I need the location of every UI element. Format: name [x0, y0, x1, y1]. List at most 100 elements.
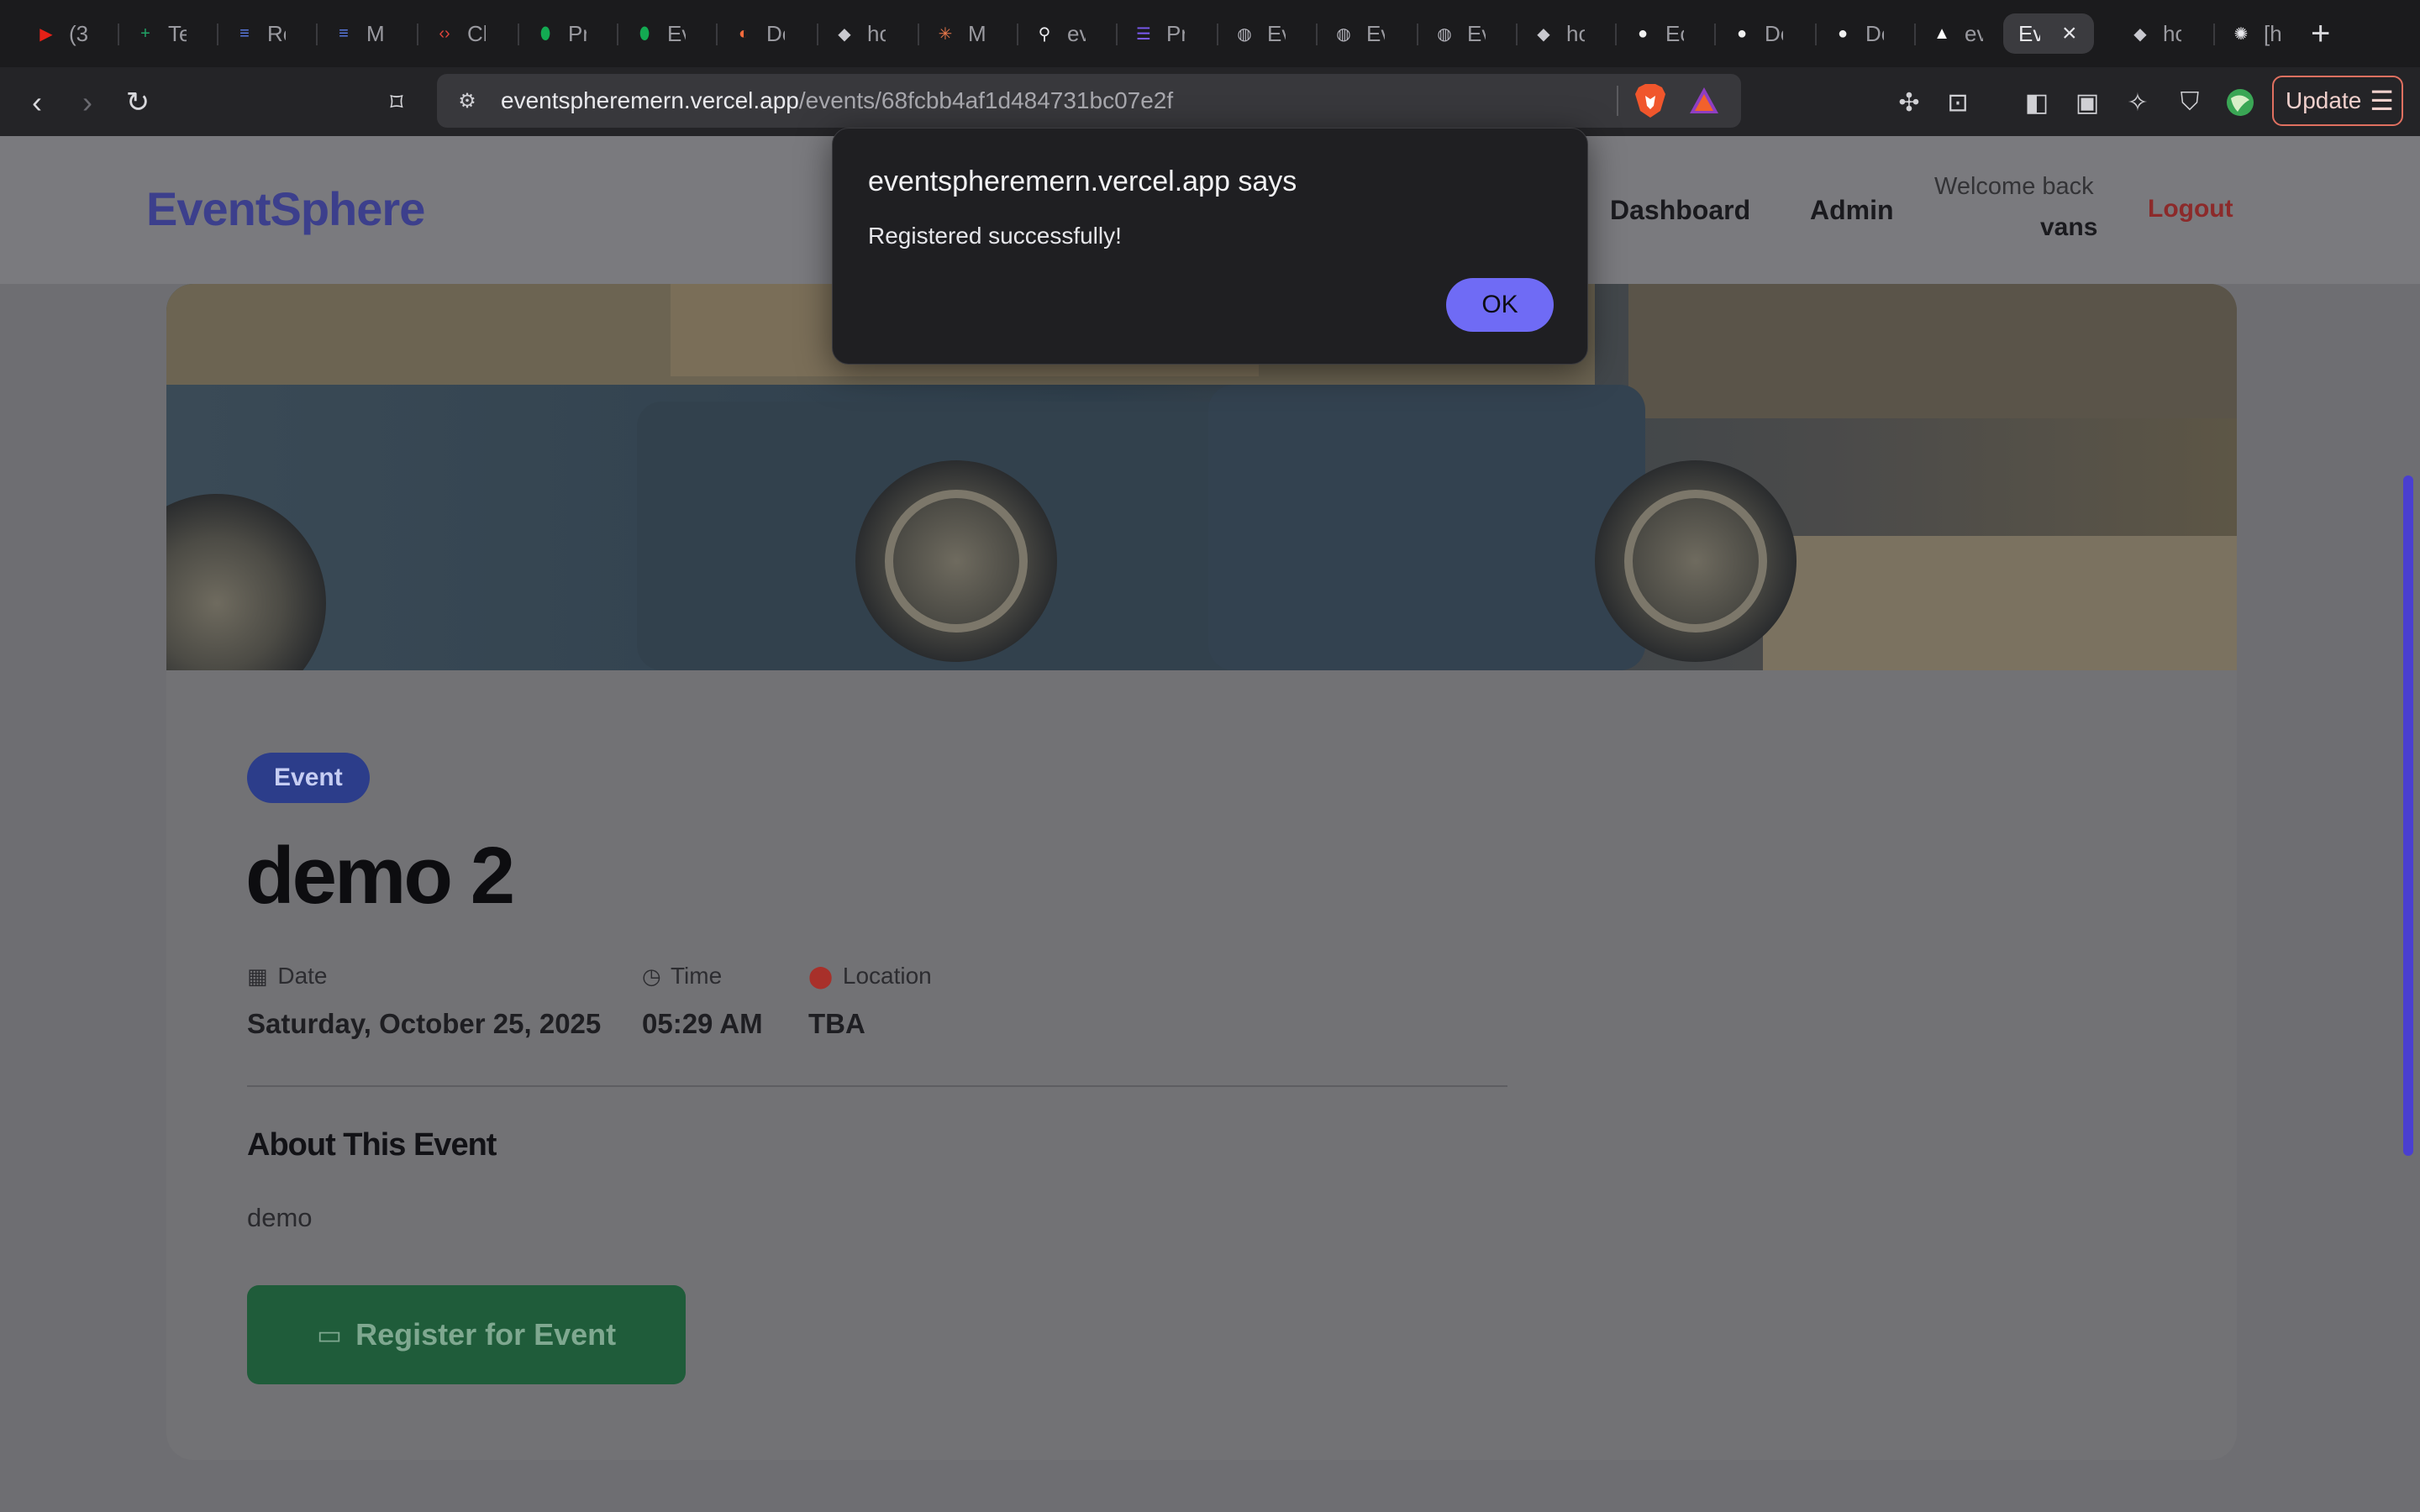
browser-tab[interactable]: ◆ ho	[1523, 13, 1585, 54]
site-logo[interactable]: EventSphere	[146, 181, 425, 236]
browser-tab[interactable]: ✺ [h	[2220, 13, 2282, 54]
browser-tab[interactable]: ● De	[1721, 13, 1783, 54]
scrollbar-thumb[interactable]	[2403, 475, 2413, 1156]
update-button[interactable]: Update ☰	[2272, 76, 2403, 126]
browser-tab[interactable]: ▲ ev	[1921, 13, 1983, 54]
github-icon: ●	[1736, 24, 1748, 43]
browser-tab[interactable]: ⚲ ev	[1023, 13, 1086, 54]
globe-icon: ◍	[1237, 24, 1252, 44]
nav-admin[interactable]: Admin	[1810, 195, 1894, 226]
doc-icon: ≡	[239, 24, 250, 43]
omnibox-divider	[1617, 86, 1618, 116]
tab-label: Re	[267, 20, 286, 46]
brave-rewards-icon[interactable]	[1687, 84, 1721, 118]
list-icon: ☰	[1136, 24, 1151, 44]
date-label-text: Date	[277, 963, 328, 989]
browser-tab[interactable]: ◍ Ev	[1223, 13, 1286, 54]
browser-tab[interactable]: ≡ Re	[224, 13, 286, 54]
back-button[interactable]: ‹	[17, 82, 57, 123]
forward-button[interactable]: ›	[67, 82, 108, 123]
browser-tab[interactable]: ≡ M	[323, 13, 385, 54]
site-settings-icon[interactable]: ⚙	[452, 86, 482, 116]
wallet-icon[interactable]: ▣	[2067, 82, 2107, 123]
brave-icon: ◆	[838, 24, 851, 44]
browser-tab[interactable]: ✳ M	[924, 13, 986, 54]
browser-tab[interactable]: ● De	[1822, 13, 1884, 54]
tab-separator	[1815, 24, 1817, 45]
tab-separator	[316, 24, 318, 45]
browser-tab[interactable]: ◍ Ev	[1423, 13, 1486, 54]
sparkle-icon: ✳	[938, 24, 953, 44]
leo-ai-icon[interactable]: ✧	[2118, 82, 2158, 123]
screenshot-icon[interactable]: ⊡	[1938, 82, 1978, 123]
bookmark-icon[interactable]: ⌑	[376, 82, 417, 123]
pin-icon: ⬤	[808, 963, 834, 989]
github-icon: ●	[1637, 24, 1649, 43]
brave-shields-icon[interactable]	[1634, 82, 1667, 119]
browser-tab[interactable]: ☰ Pr	[1123, 13, 1185, 54]
location-value: TBA	[808, 1008, 865, 1039]
tab-separator	[1714, 24, 1716, 45]
tab-label: De	[1865, 20, 1884, 46]
tab-separator	[1516, 24, 1518, 45]
tab-label: ev	[1067, 20, 1086, 46]
about-text: demo	[247, 1203, 313, 1232]
browser-tab[interactable]: ◍ Ev	[1323, 13, 1385, 54]
calendar-icon: ▦	[247, 963, 268, 989]
vpn-shield-icon[interactable]: ⛉	[2170, 82, 2210, 123]
tab-separator	[1217, 24, 1218, 45]
browser-tab[interactable]: ◐ De	[723, 13, 785, 54]
browser-tab[interactable]: ◆ ho	[823, 13, 886, 54]
close-tab-icon[interactable]: ×	[2062, 19, 2077, 48]
browser-tab[interactable]: ◆ ho	[2119, 13, 2181, 54]
tab-separator	[2213, 24, 2215, 45]
tab-separator	[1316, 24, 1318, 45]
browser-tab[interactable]: ▶ (3	[25, 13, 87, 54]
tab-label: Ev	[1267, 20, 1286, 46]
browser-tab[interactable]: + Te	[124, 13, 187, 54]
browser-tab[interactable]: ● Ec	[1622, 13, 1684, 54]
url-text[interactable]: eventspheremern.vercel.app/events/68fcbb…	[501, 87, 1173, 114]
extensions-icon[interactable]: ✣	[1889, 82, 1929, 123]
tab-separator	[1116, 24, 1118, 45]
tab-label: (3	[69, 20, 87, 46]
tab-separator	[1417, 24, 1418, 45]
profile-icon[interactable]	[2220, 82, 2260, 123]
tab-label: M	[366, 20, 385, 46]
new-tab-button[interactable]: +	[2311, 15, 2330, 53]
tab-label: Ev	[1467, 20, 1486, 46]
address-bar[interactable]: ⚙ eventspheremern.vercel.app/events/68fc…	[437, 74, 1741, 128]
location-label-text: Location	[842, 963, 932, 989]
tab-label: Ev	[667, 20, 686, 46]
register-button[interactable]: ▭ Register for Event	[247, 1285, 686, 1384]
globe-icon: ◍	[1336, 24, 1351, 44]
github-icon: ●	[1837, 24, 1849, 43]
logout-button[interactable]: Logout	[2148, 195, 2233, 223]
tab-label: Ev	[1366, 20, 1385, 46]
tab-label: [h	[2264, 20, 2282, 46]
time-label: ◷ Time	[642, 963, 722, 990]
ok-button[interactable]: OK	[1446, 278, 1554, 332]
nav-dashboard[interactable]: Dashboard	[1610, 195, 1750, 226]
update-label: Update	[2286, 87, 2362, 113]
reload-button[interactable]: ↻	[118, 82, 158, 123]
brave-icon: ◆	[2133, 24, 2147, 44]
time-label-text: Time	[670, 963, 723, 989]
browser-tab[interactable]: ⬮ Pr	[524, 13, 587, 54]
leaf-icon: ⬮	[639, 24, 650, 43]
register-label: Register for Event	[355, 1317, 617, 1352]
sidebar-icon[interactable]: ◧	[2017, 82, 2057, 123]
globe-icon: ◍	[1437, 24, 1452, 44]
time-value: 05:29 AM	[642, 1008, 763, 1039]
ticket-icon: ▭	[316, 1320, 343, 1350]
url-path: /events/68fcbb4af1d484731bc07e2f	[798, 87, 1174, 113]
dialog-message: Registered successfully!	[868, 223, 1122, 249]
browser-tab[interactable]: ‹› Cl	[424, 13, 486, 54]
tab-separator	[118, 24, 119, 45]
tab-label: ho	[2163, 20, 2181, 46]
tab-active[interactable]: Ev ×	[2003, 13, 2094, 54]
browser-tab[interactable]: ⬮ Ev	[623, 13, 686, 54]
tab-separator	[716, 24, 718, 45]
leaf-icon: ⬮	[539, 24, 551, 43]
tab-separator	[518, 24, 519, 45]
